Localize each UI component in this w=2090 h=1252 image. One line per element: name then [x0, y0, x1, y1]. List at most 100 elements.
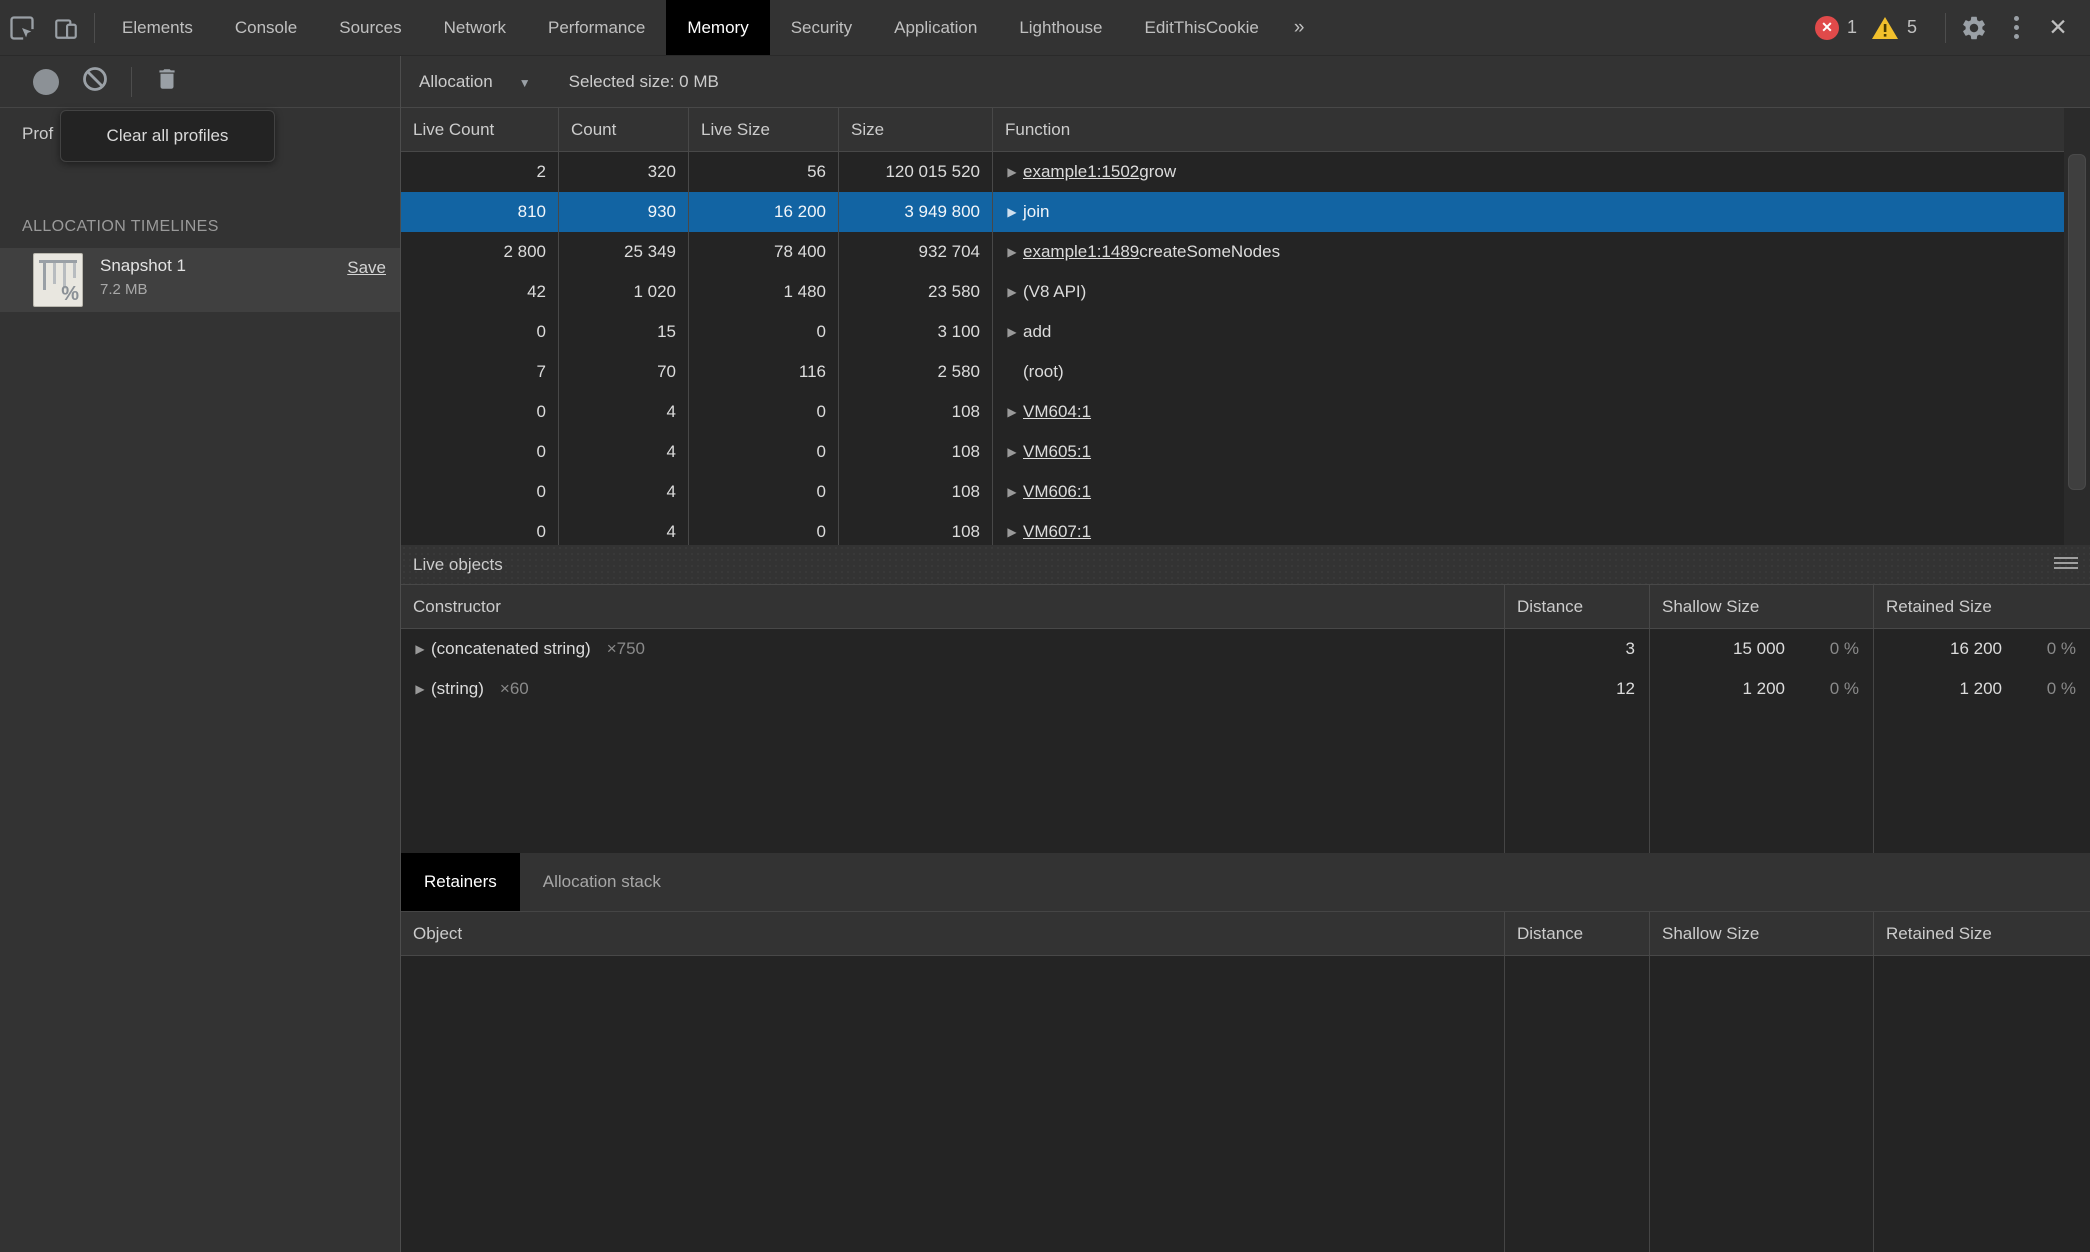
- column-header-size[interactable]: Size: [839, 108, 993, 151]
- instance-count: ×60: [500, 679, 529, 699]
- snapshot-size: 7.2 MB: [100, 281, 148, 298]
- source-link[interactable]: example1:1502: [1023, 162, 1139, 182]
- profiles-sidebar: Prof Clear all profiles ALLOCATION TIMEL…: [0, 56, 401, 1252]
- trash-icon: [154, 65, 180, 98]
- device-toolbar-button[interactable]: [44, 0, 88, 55]
- table-row[interactable]: 2 80025 34978 400932 704 ▶example1:1489c…: [401, 232, 2090, 272]
- column-header-shallow-size[interactable]: Shallow Size: [1649, 585, 1873, 628]
- retainers-tabbar: Retainers Allocation stack: [401, 853, 2090, 912]
- expand-arrow-icon[interactable]: ▶: [1001, 405, 1023, 419]
- constructor-table-header: Constructor Distance Shallow Size Retain…: [401, 585, 2090, 629]
- expand-arrow-icon[interactable]: ▶: [1001, 245, 1023, 259]
- column-header-constructor[interactable]: Constructor: [401, 585, 1504, 628]
- tab-allocation-stack[interactable]: Allocation stack: [520, 853, 684, 911]
- profiler-toolbar: [0, 56, 400, 108]
- object-table-body: [401, 956, 2090, 1252]
- column-header-distance[interactable]: Distance: [1504, 912, 1649, 955]
- table-row[interactable]: 040108 ▶VM606:1: [401, 472, 2090, 512]
- inspect-element-button[interactable]: [0, 0, 44, 55]
- tab-editthiscookie[interactable]: EditThisCookie: [1124, 0, 1280, 55]
- warning-count: 5: [1907, 17, 1917, 38]
- devtools-tabbar: Elements Console Sources Network Perform…: [0, 0, 2090, 56]
- more-tabs-button[interactable]: »: [1280, 0, 1319, 55]
- expand-arrow-icon[interactable]: ▶: [409, 682, 431, 696]
- column-header-count[interactable]: Count: [559, 108, 689, 151]
- tab-memory[interactable]: Memory: [666, 0, 769, 55]
- expand-arrow-icon[interactable]: ▶: [1001, 445, 1023, 459]
- tab-security[interactable]: Security: [770, 0, 873, 55]
- tabbar-right-controls: ✕ 1 5 ✕: [1815, 0, 2090, 55]
- console-status-badges[interactable]: ✕ 1 5: [1815, 16, 1931, 40]
- warning-badge-icon: [1871, 16, 1899, 40]
- allocation-view-toolbar: Allocation ▼ Selected size: 0 MB: [401, 56, 2090, 108]
- expand-arrow-icon[interactable]: ▶: [1001, 285, 1023, 299]
- selected-size-label: Selected size: 0 MB: [569, 72, 719, 92]
- tab-network[interactable]: Network: [423, 0, 527, 55]
- expand-arrow-icon[interactable]: ▶: [1001, 325, 1023, 339]
- scrollbar-thumb[interactable]: [2068, 154, 2086, 490]
- table-row[interactable]: 7701162 580 (root): [401, 352, 2090, 392]
- error-badge-icon: ✕: [1815, 16, 1839, 40]
- snapshot-save-link[interactable]: Save: [347, 258, 386, 278]
- clear-profiles-button[interactable]: [81, 65, 109, 98]
- clear-all-profiles-tooltip: Clear all profiles: [60, 110, 275, 162]
- snapshot-list-item[interactable]: % Snapshot 1 7.2 MB Save: [0, 248, 400, 312]
- column-header-live-size[interactable]: Live Size: [689, 108, 839, 151]
- tab-elements[interactable]: Elements: [101, 0, 214, 55]
- allocation-grid-header: Live Count Count Live Size Size Function: [401, 108, 2090, 152]
- instance-count: ×750: [607, 639, 645, 659]
- delete-profile-button[interactable]: [154, 65, 180, 98]
- expand-arrow-icon[interactable]: ▶: [1001, 525, 1023, 539]
- settings-button[interactable]: [1952, 14, 1996, 42]
- live-objects-title: Live objects: [413, 555, 503, 575]
- allocation-grid-body: 232056120 015 520 ▶example1:1502grow 810…: [401, 152, 2090, 545]
- profiler-toolbar-separator: [131, 67, 132, 97]
- constructor-row[interactable]: ▶(concatenated string)×750 3 15 0000 % 1…: [401, 629, 2090, 669]
- source-link[interactable]: example1:1489: [1023, 242, 1139, 262]
- object-table-header: Object Distance Shallow Size Retained Si…: [401, 912, 2090, 956]
- expand-arrow-icon[interactable]: ▶: [1001, 165, 1023, 179]
- more-options-button[interactable]: [1996, 0, 2036, 56]
- table-row[interactable]: 01503 100 ▶add: [401, 312, 2090, 352]
- close-devtools-button[interactable]: ✕: [2036, 0, 2080, 56]
- tab-sources[interactable]: Sources: [318, 0, 422, 55]
- column-header-retained-size[interactable]: Retained Size: [1873, 912, 2090, 955]
- source-link[interactable]: VM606:1: [1023, 482, 1091, 502]
- source-link[interactable]: VM607:1: [1023, 522, 1091, 542]
- tab-console[interactable]: Console: [214, 0, 318, 55]
- grid-scrollbar[interactable]: [2064, 108, 2090, 545]
- live-objects-bar: Live objects: [401, 545, 2090, 585]
- view-mode-dropdown[interactable]: Allocation: [419, 72, 493, 92]
- column-header-live-count[interactable]: Live Count: [401, 108, 559, 151]
- record-icon: [33, 69, 59, 95]
- profiles-panel-title: Prof: [22, 124, 53, 144]
- table-row[interactable]: 232056120 015 520 ▶example1:1502grow: [401, 152, 2090, 192]
- table-row[interactable]: 040108 ▶VM607:1: [401, 512, 2090, 545]
- column-header-distance[interactable]: Distance: [1504, 585, 1649, 628]
- table-row[interactable]: 040108 ▶VM604:1: [401, 392, 2090, 432]
- gear-icon: [1960, 14, 1988, 42]
- column-header-shallow-size[interactable]: Shallow Size: [1649, 912, 1873, 955]
- column-header-retained-size[interactable]: Retained Size: [1873, 585, 2090, 628]
- source-link[interactable]: VM604:1: [1023, 402, 1091, 422]
- tab-lighthouse[interactable]: Lighthouse: [998, 0, 1123, 55]
- record-allocation-button[interactable]: [33, 69, 59, 95]
- tab-application[interactable]: Application: [873, 0, 998, 55]
- table-row[interactable]: 040108 ▶VM605:1: [401, 432, 2090, 472]
- column-header-object[interactable]: Object: [401, 912, 1504, 955]
- expand-arrow-icon[interactable]: ▶: [409, 642, 431, 656]
- constructor-row[interactable]: ▶(string)×60 12 1 2000 % 1 2000 %: [401, 669, 2090, 709]
- expand-arrow-icon[interactable]: ▶: [1001, 485, 1023, 499]
- tab-retainers[interactable]: Retainers: [401, 853, 520, 911]
- tab-performance[interactable]: Performance: [527, 0, 666, 55]
- table-row[interactable]: 421 0201 48023 580 ▶(V8 API): [401, 272, 2090, 312]
- memory-main-panel: Allocation ▼ Selected size: 0 MB Live Co…: [401, 56, 2090, 1252]
- snapshot-icon: %: [33, 253, 83, 307]
- table-row-selected[interactable]: 81093016 2003 949 800 ▶join: [401, 192, 2090, 232]
- expand-arrow-icon[interactable]: ▶: [1001, 205, 1023, 219]
- inspect-cursor-icon: [8, 14, 36, 42]
- column-header-function[interactable]: Function: [993, 108, 2090, 151]
- chevron-down-icon[interactable]: ▼: [519, 76, 531, 90]
- hamburger-menu-icon[interactable]: [2054, 557, 2078, 572]
- source-link[interactable]: VM605:1: [1023, 442, 1091, 462]
